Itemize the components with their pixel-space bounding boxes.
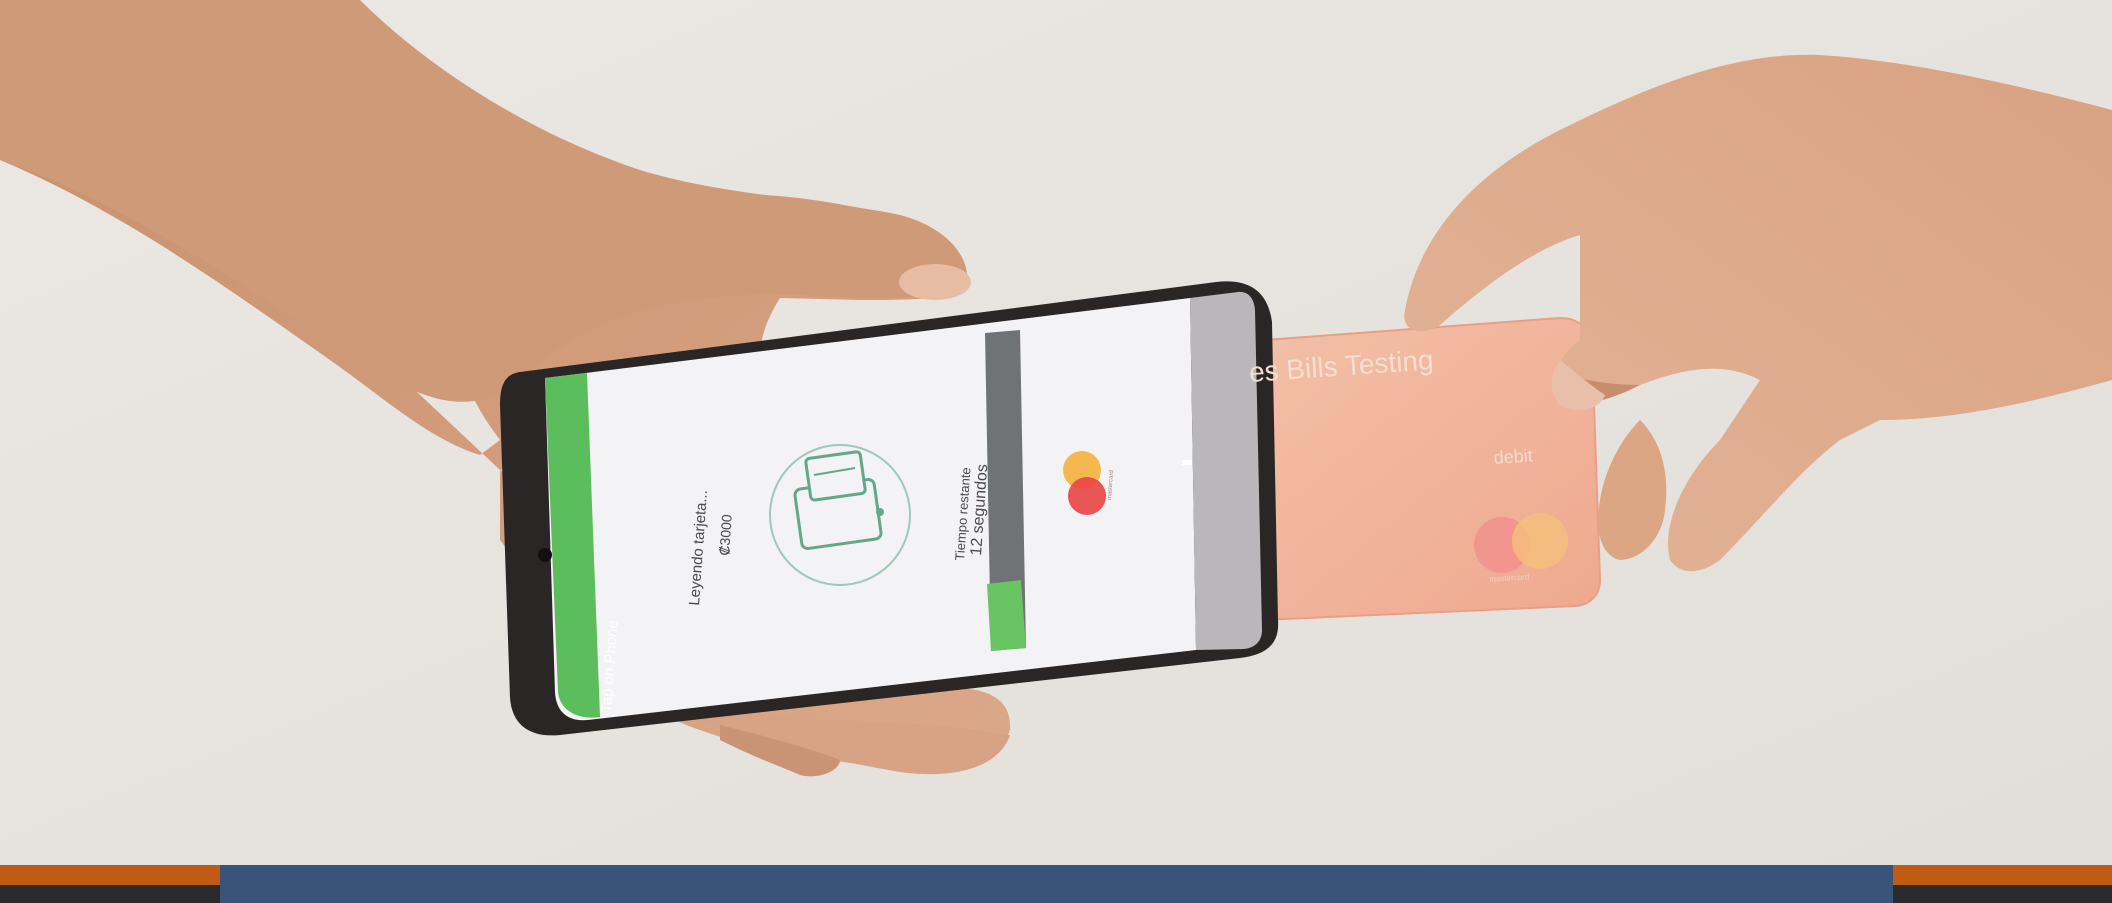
banner-left-accent <box>0 865 220 903</box>
card-type-label: debit <box>1493 445 1534 468</box>
phone-side-mark <box>1182 460 1192 465</box>
bottom-banner <box>0 865 2112 903</box>
photo-scene <box>0 0 2112 903</box>
front-camera-icon <box>538 548 552 562</box>
progress-fill <box>987 580 1026 651</box>
banner-right-accent <box>1893 865 2112 903</box>
banner-center-strip <box>220 865 1893 903</box>
scene-svg <box>0 0 2112 865</box>
card-mc-yellow-icon <box>1512 513 1568 569</box>
